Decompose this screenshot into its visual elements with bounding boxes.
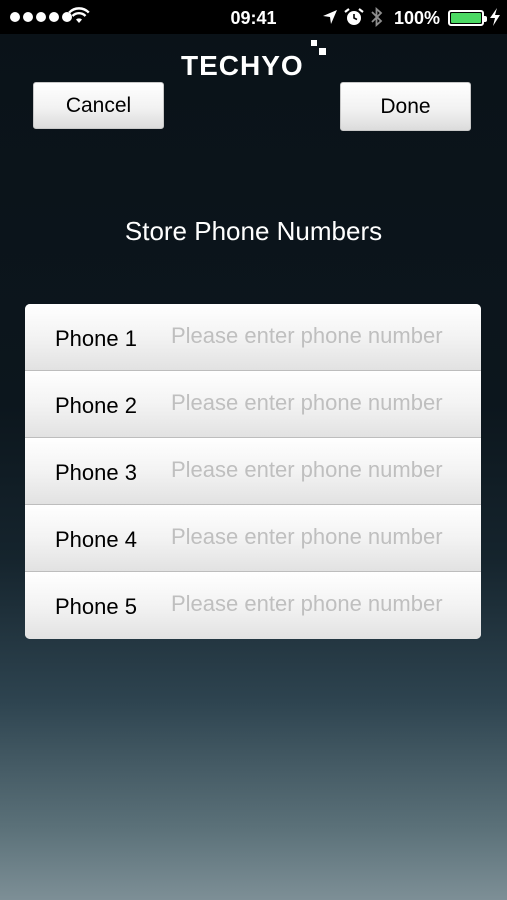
- battery-fill: [451, 13, 481, 23]
- phone-numbers-table: Phone 1 Phone 2 Phone 3 Phone 4 Phone 5: [25, 304, 481, 639]
- phone-3-input[interactable]: [171, 452, 481, 488]
- phone-row-1: Phone 1: [25, 304, 481, 371]
- phone-label: Phone 2: [55, 393, 137, 418]
- phone-label: Phone 3: [55, 460, 137, 485]
- phone-label: Phone 4: [55, 527, 137, 552]
- bluetooth-icon: [371, 7, 383, 27]
- brand-logo: TECHYO: [181, 50, 304, 81]
- alarm-icon: [344, 8, 364, 25]
- phone-row-3: Phone 3: [25, 438, 481, 505]
- cancel-button[interactable]: Cancel: [33, 82, 164, 129]
- status-bar: 09:41 100%: [0, 0, 507, 34]
- phone-row-4: Phone 4: [25, 505, 481, 572]
- charging-bolt-icon: [490, 8, 500, 26]
- logo-dots-icon: [311, 40, 326, 55]
- phone-1-input[interactable]: [171, 318, 481, 354]
- battery-icon: [448, 10, 487, 26]
- location-arrow-icon: [323, 10, 337, 24]
- phone-label: Phone 5: [55, 594, 137, 619]
- phone-row-5: Phone 5: [25, 572, 481, 639]
- phone-row-2: Phone 2: [25, 371, 481, 438]
- phone-label: Phone 1: [55, 326, 137, 351]
- phone-5-input[interactable]: [171, 586, 481, 622]
- done-button[interactable]: Done: [340, 82, 471, 131]
- page-title: Store Phone Numbers: [124, 216, 383, 246]
- battery-percent: 100%: [394, 8, 441, 28]
- phone-2-input[interactable]: [171, 385, 481, 421]
- phone-4-input[interactable]: [171, 519, 481, 555]
